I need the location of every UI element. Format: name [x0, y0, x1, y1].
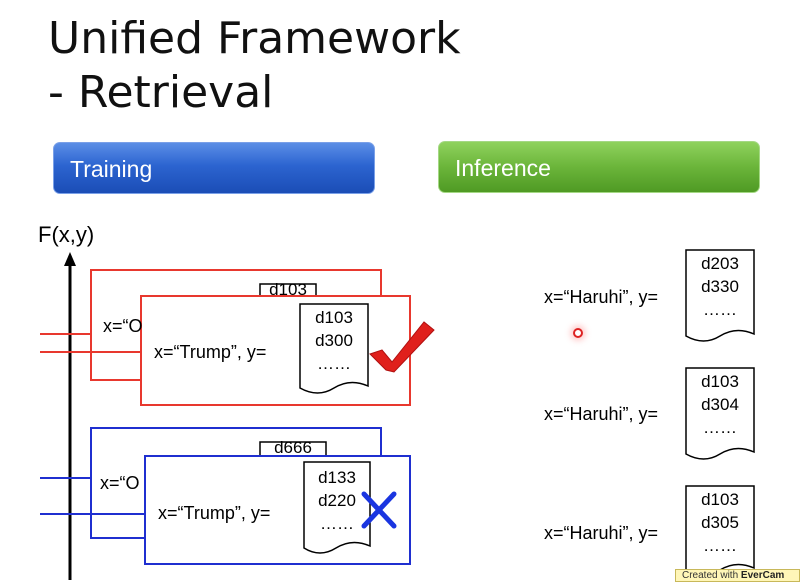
blue-front-x-label: x=“Trump”, y=: [158, 503, 271, 523]
doc-line: d103: [701, 490, 739, 509]
blue-front-doc-values: d133 d220 ……: [304, 466, 370, 535]
doc-line: ……: [317, 354, 351, 373]
diagram-graphics: [40, 249, 755, 580]
doc-line: ……: [703, 536, 737, 555]
inference-x-label-1: x=“Haruhi”, y=: [544, 287, 659, 307]
inference-doc-values-2: d103 d304 ……: [686, 370, 754, 439]
inference-doc-values-1: d203 d330 ……: [686, 252, 754, 321]
watermark-brand: EverCam: [740, 570, 785, 581]
doc-line: d305: [701, 513, 739, 532]
blue-back-doc-top: d666: [274, 440, 312, 456]
inference-doc-values-3: d103 d305 ……: [686, 488, 754, 557]
doc-line: ……: [320, 514, 354, 533]
y-axis-arrow: [64, 252, 76, 266]
red-front-doc-values: d103 d300 ……: [300, 306, 368, 375]
doc-line: d103: [701, 372, 739, 391]
red-back-doc-top: d103: [269, 282, 307, 298]
watermark-prefix: Created with: [682, 570, 741, 581]
inference-x-label-3: x=“Haruhi”, y=: [544, 523, 659, 543]
doc-line: d103: [315, 308, 353, 327]
doc-line: d203: [701, 254, 739, 273]
doc-line: ……: [703, 418, 737, 437]
doc-line: d300: [315, 331, 353, 350]
blue-back-x-label: x=“O: [100, 473, 140, 493]
doc-line: d133: [318, 468, 356, 487]
doc-line: d304: [701, 395, 739, 414]
doc-line: d330: [701, 277, 739, 296]
watermark: Created with EverCam: [675, 569, 800, 582]
inference-x-label-2: x=“Haruhi”, y=: [544, 404, 659, 424]
red-front-x-label: x=“Trump”, y=: [154, 342, 267, 362]
cursor-highlight: [573, 328, 583, 338]
doc-line: ……: [703, 300, 737, 319]
doc-line: d220: [318, 491, 356, 510]
red-back-x-label: x=“O: [103, 316, 143, 336]
